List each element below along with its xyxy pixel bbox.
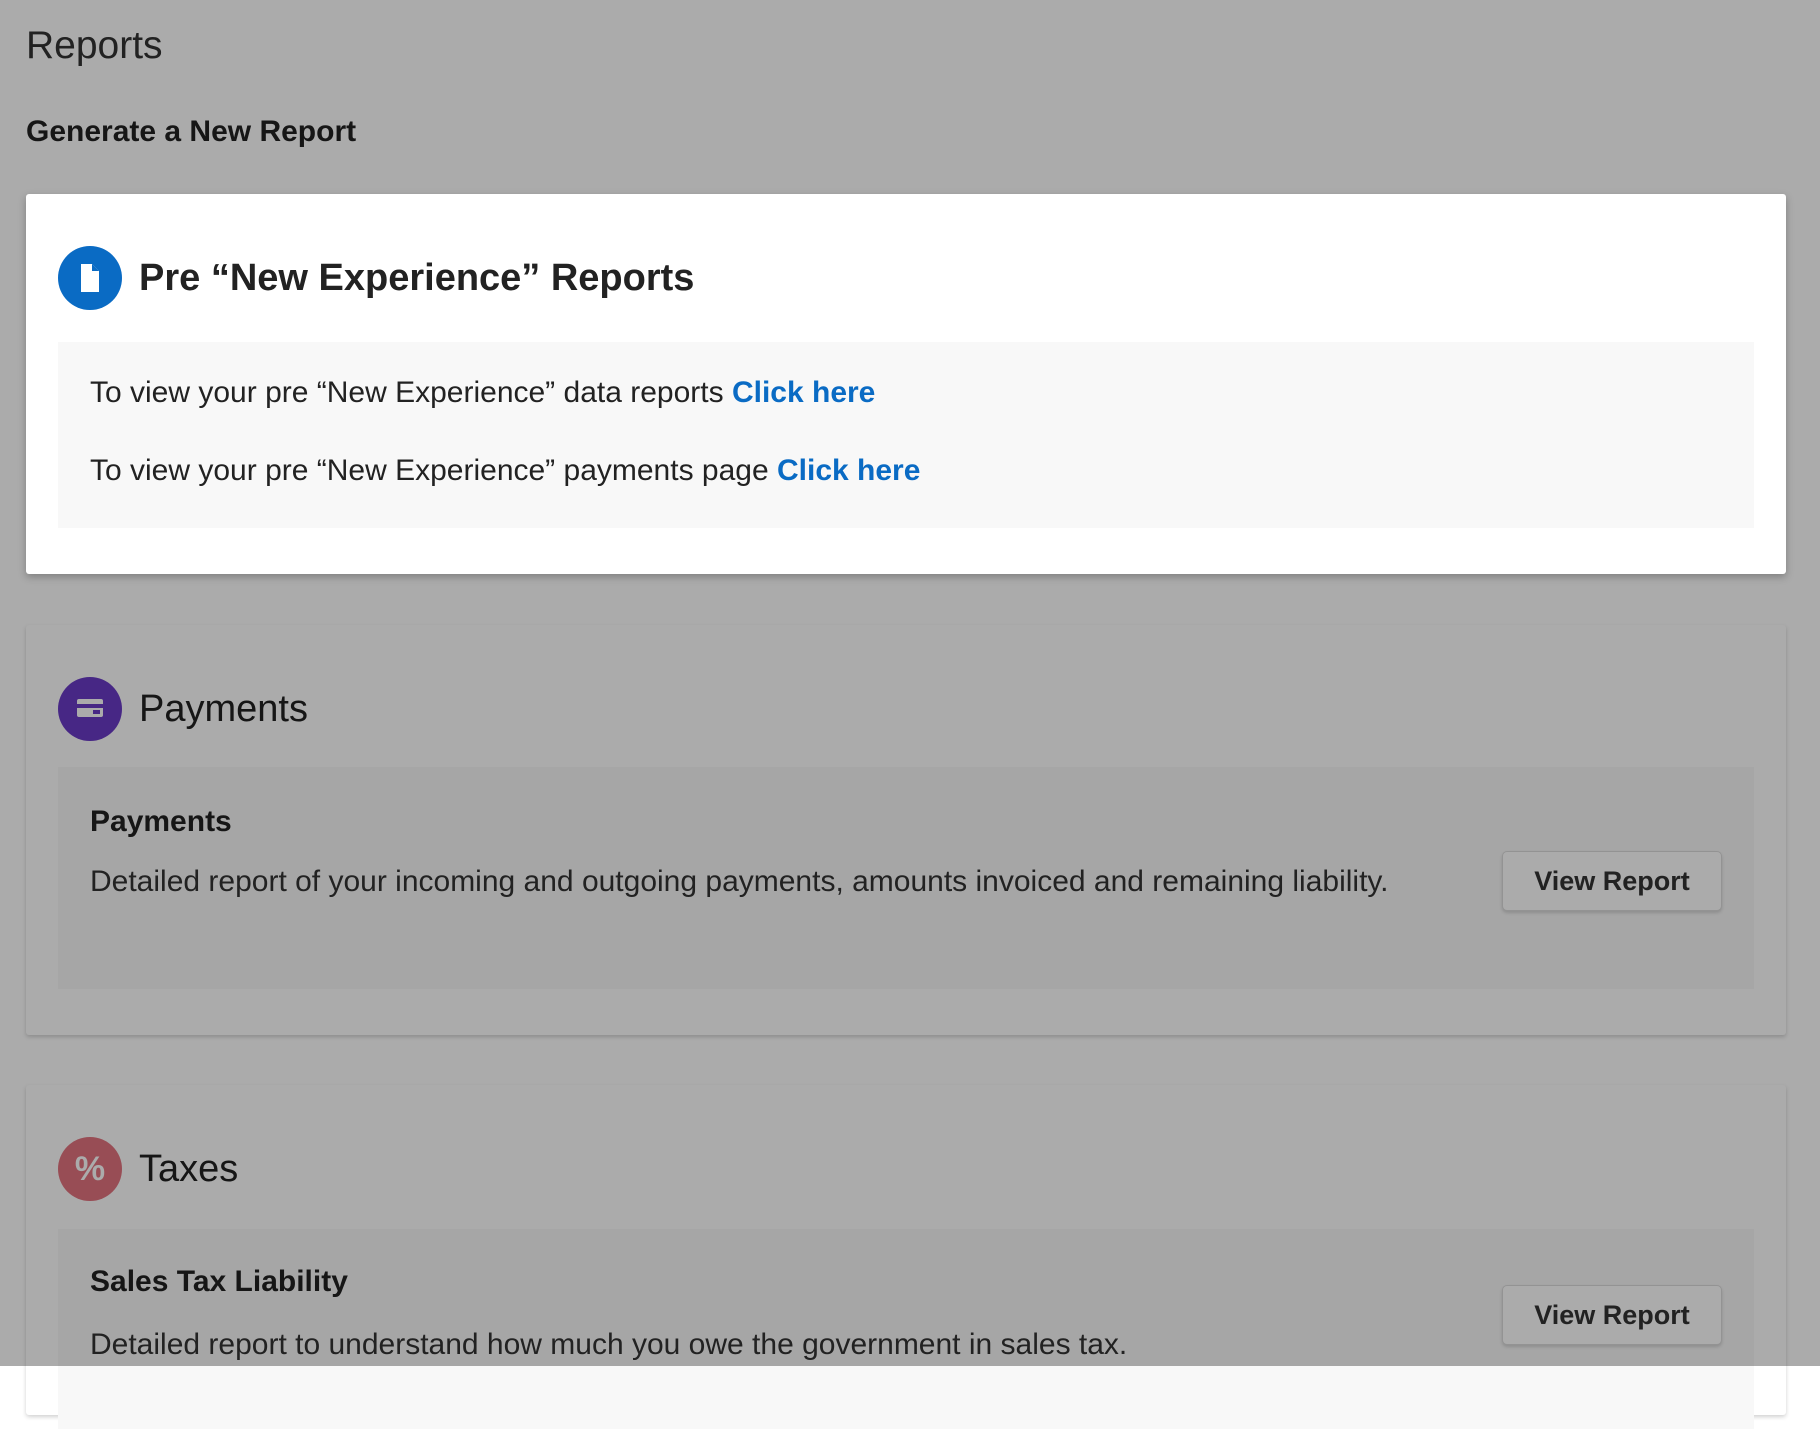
- legacy-payments-link[interactable]: Click here: [777, 454, 920, 487]
- legacy-card-header: Pre “New Experience” Reports: [58, 246, 694, 310]
- legacy-data-reports-link[interactable]: Click here: [732, 376, 875, 409]
- legacy-data-reports-text: To view your pre “New Experience” data r…: [90, 376, 732, 409]
- legacy-reports-card: Pre “New Experience” Reports To view you…: [26, 194, 1786, 574]
- legacy-payments-line: To view your pre “New Experience” paymen…: [90, 454, 920, 488]
- legacy-links-panel: To view your pre “New Experience” data r…: [58, 342, 1754, 528]
- legacy-data-reports-line: To view your pre “New Experience” data r…: [90, 376, 875, 410]
- legacy-payments-text: To view your pre “New Experience” paymen…: [90, 454, 777, 487]
- document-icon: [58, 246, 122, 310]
- legacy-card-title: Pre “New Experience” Reports: [139, 256, 695, 299]
